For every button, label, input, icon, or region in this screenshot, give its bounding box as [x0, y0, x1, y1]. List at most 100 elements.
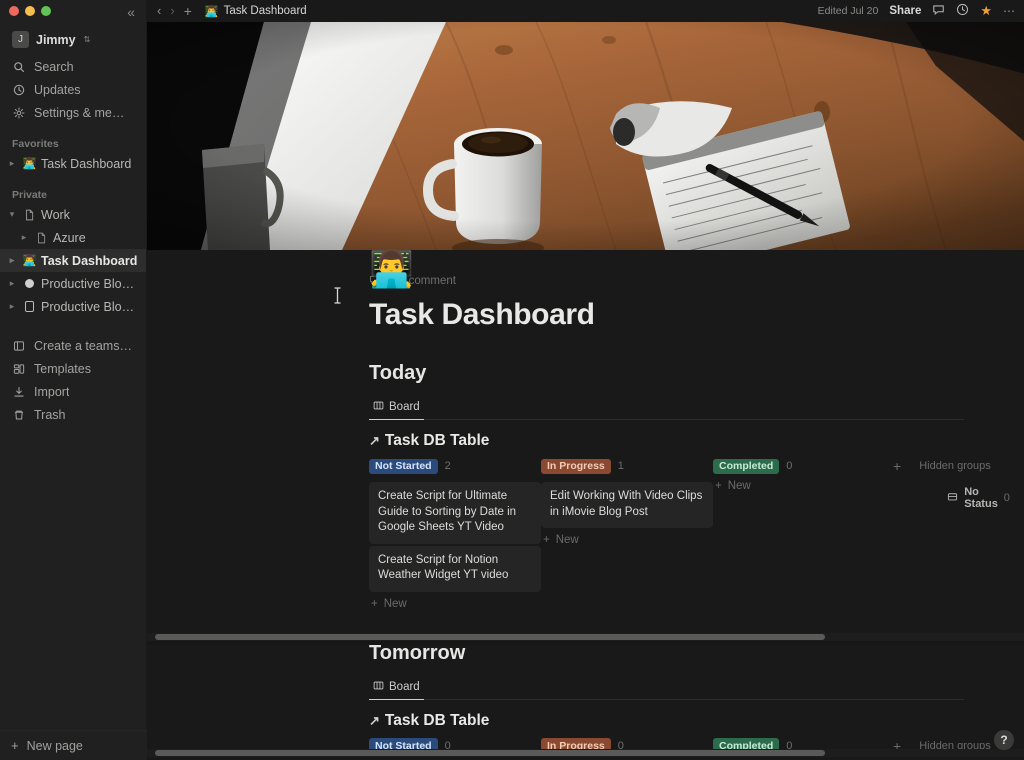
hidden-group-no-status[interactable]: No Status 0 [919, 486, 1010, 510]
page-hscrollbar[interactable] [147, 749, 1024, 757]
no-status-icon [947, 491, 958, 505]
new-page-button[interactable]: + New page [0, 730, 147, 760]
board-card[interactable]: Create Script for Notion Weather Widget … [369, 545, 541, 592]
sidebar-item-updates[interactable]: Updates [0, 78, 146, 101]
page-title[interactable]: Task Dashboard [369, 298, 964, 332]
sidebar-item-templates[interactable]: Templates [0, 357, 146, 380]
board-icon [373, 400, 384, 414]
status-badge-in-progress: In Progress [541, 458, 611, 474]
sidebar-item-label: Search [34, 59, 74, 74]
board-tail-today: + Hidden groups No Status 0 [885, 458, 1010, 510]
sidebar-item-import[interactable]: Import [0, 380, 146, 403]
comment-icon[interactable] [932, 3, 945, 19]
sidebar-item-create-teamspace[interactable]: Create a teamspace [0, 334, 146, 357]
main-content: ‹ › + 👨‍💻 Task Dashboard Edited Jul 20 S… [147, 0, 1024, 760]
sidebar-item-task-dashboard-favorite[interactable]: ▸ 👨‍💻 Task Dashboard [0, 152, 146, 175]
board-today: Not Started 2 Create Script for Ultimate… [369, 458, 1010, 614]
add-comment-button[interactable]: Add comment [369, 274, 964, 288]
topbar-actions: Edited Jul 20 Share ★ ⋯ [818, 3, 1016, 19]
share-button[interactable]: Share [889, 5, 921, 17]
sidebar-item-label: Productive Blogs DB Vie… [41, 276, 138, 291]
page-emoji-icon [22, 279, 37, 288]
document-icon [34, 232, 49, 244]
column-count: 2 [444, 460, 451, 472]
close-window-button[interactable] [9, 6, 19, 16]
database-title-today[interactable]: ↗ Task DB Table [369, 432, 964, 450]
new-card-button[interactable]: + New [369, 592, 541, 614]
chevron-right-icon[interactable]: ▸ [6, 255, 18, 266]
page-content-column: Add comment Task Dashboard Today Board ↗… [147, 274, 1024, 614]
chevron-right-icon[interactable]: ▸ [18, 232, 30, 243]
new-page-icon[interactable]: + [184, 4, 192, 18]
plus-icon: + [543, 534, 550, 546]
chevron-down-icon[interactable]: ▾ [6, 209, 18, 220]
sidebar-item-label: Work [41, 207, 70, 222]
page-emoji-icon[interactable]: 👨‍💻 [369, 248, 414, 290]
database-title-label: Task DB Table [384, 432, 490, 449]
workspace-name: Jimmy [36, 32, 76, 47]
database-title-tomorrow[interactable]: ↗ Task DB Table [369, 712, 964, 730]
sidebar-item-label: Trash [34, 407, 66, 422]
page-cover-image[interactable] [147, 22, 1024, 250]
sidebar-item-work[interactable]: ▾ Work [0, 203, 146, 226]
column-header[interactable]: Not Started 2 [369, 458, 541, 474]
sidebar-item-productive-blogs-master[interactable]: ▸ Productive Blogs Maste… [0, 295, 146, 318]
scrollbar-thumb[interactable] [155, 634, 825, 640]
plus-icon: + [715, 480, 722, 492]
search-icon [12, 60, 26, 74]
board-card[interactable]: Create Script for Ultimate Guide to Sort… [369, 482, 541, 544]
new-card-label: New [555, 534, 579, 546]
topbar: ‹ › + 👨‍💻 Task Dashboard Edited Jul 20 S… [147, 0, 1024, 22]
column-header[interactable]: Completed 0 [713, 458, 885, 474]
maximize-window-button[interactable] [41, 6, 51, 16]
board-card[interactable]: Edit Working With Video Clips in iMovie … [541, 482, 713, 528]
sidebar-item-label: Create a teamspace [34, 338, 134, 353]
help-button[interactable]: ? [994, 730, 1014, 750]
sidebar-bottom-actions: Create a teamspace Templates Import [0, 334, 146, 430]
workspace-switcher[interactable]: J Jimmy ⇅ [8, 28, 138, 51]
history-clock-icon[interactable] [956, 3, 969, 19]
forward-icon[interactable]: › [170, 4, 174, 18]
open-external-icon: ↗ [369, 712, 380, 728]
collapse-sidebar-icon[interactable]: « [124, 3, 138, 21]
back-icon[interactable]: ‹ [157, 4, 161, 18]
ellipsis-icon[interactable]: ⋯ [1003, 4, 1016, 18]
chevron-right-icon[interactable]: ▸ [6, 158, 18, 169]
sidebar-item-settings[interactable]: Settings & members [0, 101, 146, 124]
scrollbar-thumb[interactable] [155, 750, 825, 756]
column-header[interactable]: In Progress 1 [541, 458, 713, 474]
board-hscrollbar-today[interactable] [147, 633, 1024, 641]
sidebar-item-label: Task Dashboard [41, 156, 132, 171]
sidebar-item-label: Import [34, 384, 70, 399]
sidebar-item-productive-blogs-db-view[interactable]: ▸ Productive Blogs DB Vie… [0, 272, 146, 295]
new-card-label: New [383, 597, 407, 610]
sidebar-item-azure[interactable]: ▸ Azure [0, 226, 146, 249]
tab-board-tomorrow[interactable]: Board [369, 677, 424, 700]
breadcrumb-emoji-icon: 👨‍💻 [204, 5, 219, 18]
new-card-button[interactable]: + New [713, 474, 885, 496]
sidebar: « J Jimmy ⇅ Search Updates Settings & me… [0, 0, 147, 760]
new-page-label: New page [26, 738, 83, 753]
new-card-button[interactable]: + New [541, 528, 713, 550]
teamspace-icon [12, 339, 26, 353]
tab-board-today[interactable]: Board [369, 397, 424, 420]
breadcrumb[interactable]: 👨‍💻 Task Dashboard [201, 4, 311, 19]
hidden-groups-label: Hidden groups [919, 460, 991, 472]
add-group-button[interactable]: + [885, 458, 919, 474]
section-heading-today: Today [369, 362, 427, 384]
chevron-updown-icon: ⇅ [83, 35, 91, 44]
board-icon [373, 680, 384, 694]
chevron-right-icon[interactable]: ▸ [6, 301, 18, 312]
page-body: 👨‍💻 Add comment Task Dashboard Today [147, 248, 1024, 760]
star-icon[interactable]: ★ [980, 3, 992, 19]
cover-artwork [147, 22, 1024, 250]
view-tabs-tomorrow: Board [369, 677, 964, 700]
chevron-right-icon[interactable]: ▸ [6, 278, 18, 289]
sidebar-item-task-dashboard[interactable]: ▸ 👨‍💻 Task Dashboard [0, 249, 146, 272]
sidebar-item-trash[interactable]: Trash [0, 403, 146, 426]
sidebar-item-search[interactable]: Search [0, 55, 146, 78]
minimize-window-button[interactable] [25, 6, 35, 16]
card-list: Edit Working With Video Clips in iMovie … [541, 482, 713, 528]
database-block-today: Board ↗ Task DB Table Not Started 2 Crea… [369, 397, 1010, 614]
